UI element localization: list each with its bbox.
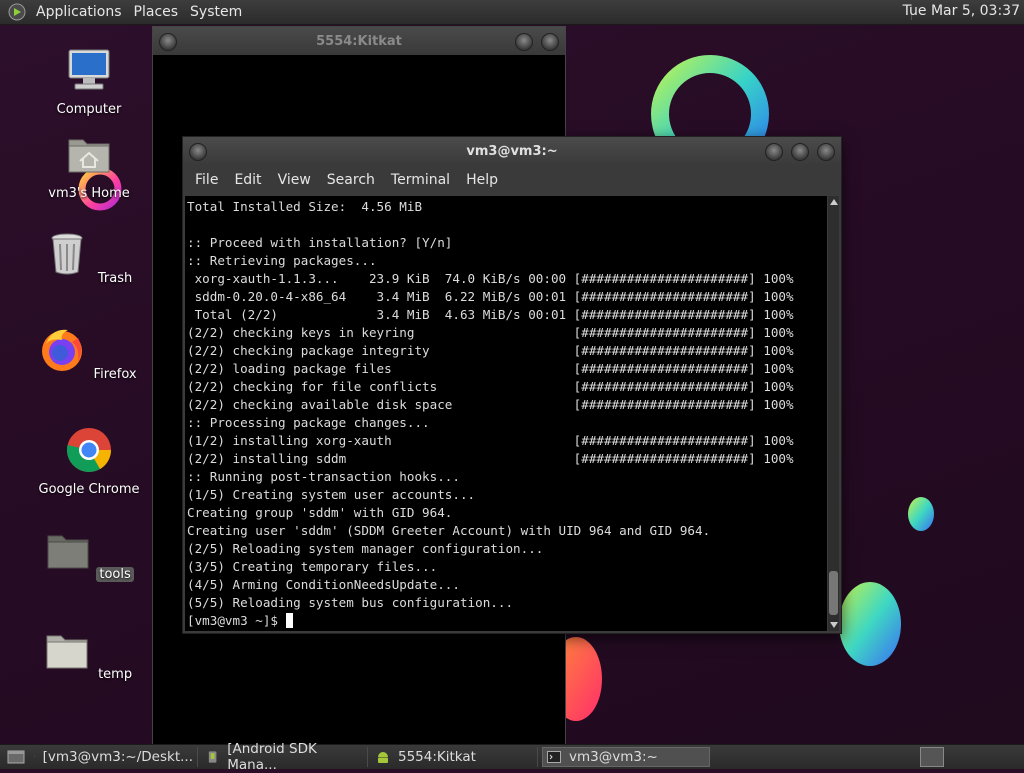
minimize-button[interactable] — [765, 143, 783, 161]
terminal-icon — [34, 756, 35, 758]
terminal-output[interactable]: Total Installed Size: 4.56 MiB :: Procee… — [185, 196, 827, 631]
desktop-icon-firefox[interactable]: Firefox — [34, 326, 144, 382]
minimize-button[interactable] — [515, 33, 533, 51]
show-desktop-icon[interactable] — [4, 747, 30, 767]
maximize-button[interactable] — [791, 143, 809, 161]
terminal-menubar: File Edit View Search Terminal Help — [183, 165, 841, 195]
terminal-icon — [547, 751, 561, 763]
scroll-down-arrow-icon[interactable] — [830, 622, 838, 628]
taskbar-item-kitkat[interactable]: 5554:Kitkat — [372, 747, 538, 767]
places-menu[interactable]: Places — [128, 4, 185, 20]
window-title: 5554:Kitkat — [316, 33, 402, 49]
applications-menu[interactable]: Applications — [30, 4, 128, 20]
menu-terminal[interactable]: Terminal — [383, 172, 458, 188]
terminal-titlebar[interactable]: vm3@vm3:~ — [183, 137, 841, 165]
desktop-icon-label: tools — [96, 567, 134, 582]
terminal-cursor — [285, 613, 293, 628]
desktop-icon-label: temp — [98, 667, 133, 682]
terminal-scrollbar[interactable] — [828, 196, 839, 631]
clock[interactable]: Tue Mar 5, 03:37 — [903, 3, 1020, 19]
desktop-icon-tools[interactable]: tools — [34, 526, 144, 582]
system-menu[interactable]: System — [184, 4, 248, 20]
folder-icon — [47, 535, 89, 569]
desktop-icon-chrome[interactable]: Google Chrome — [34, 426, 144, 497]
taskbar-item-terminal[interactable]: vm3@vm3:~ — [542, 747, 710, 767]
desktop-icon-home[interactable]: vm3's Home — [34, 130, 144, 201]
computer-icon — [68, 49, 110, 90]
desktop-icon-computer[interactable]: Computer — [34, 46, 144, 117]
folder-icon — [46, 635, 88, 669]
desktop-icon-label: Trash — [97, 271, 133, 286]
window-title: vm3@vm3:~ — [466, 143, 558, 159]
home-folder-icon — [68, 139, 110, 173]
window-menu-button[interactable] — [189, 143, 207, 161]
top-panel: Applications Places System Tue Mar 5, 03… — [0, 0, 1024, 25]
workspace-switcher[interactable] — [920, 747, 944, 767]
distro-logo-icon[interactable] — [8, 3, 26, 21]
desktop-icon-label: Google Chrome — [38, 482, 140, 497]
chrome-icon — [66, 428, 111, 472]
menu-help[interactable]: Help — [458, 172, 506, 188]
menu-view[interactable]: View — [270, 172, 319, 188]
android-icon — [378, 752, 388, 763]
emulator-titlebar[interactable]: 5554:Kitkat — [153, 27, 565, 55]
taskbar-item-label: [vm3@vm3:~/Deskt... — [42, 749, 193, 765]
scroll-up-arrow-icon[interactable] — [830, 199, 838, 205]
bottom-panel: [vm3@vm3:~/Deskt... [Android SDK Mana...… — [0, 741, 1024, 773]
close-button[interactable] — [817, 143, 835, 161]
taskbar-item-label: vm3@vm3:~ — [569, 749, 658, 765]
android-sdk-icon — [208, 751, 217, 763]
desktop-icon-label: Firefox — [93, 367, 137, 382]
trash-icon — [51, 233, 83, 275]
desktop-icon-label: Computer — [56, 102, 122, 117]
firefox-icon — [42, 329, 83, 371]
close-button[interactable] — [541, 33, 559, 51]
terminal-prompt: [vm3@vm3 ~]$ — [187, 613, 286, 628]
taskbar-item-terminal-desktop[interactable]: [vm3@vm3:~/Deskt... — [30, 747, 198, 767]
taskbar-item-android-sdk[interactable]: [Android SDK Mana... — [202, 741, 368, 773]
terminal-window[interactable]: vm3@vm3:~ File Edit View Search Terminal… — [182, 136, 842, 634]
terminal-text: Total Installed Size: 4.56 MiB :: Procee… — [187, 199, 794, 628]
menu-search[interactable]: Search — [319, 172, 383, 188]
desktop-icon-label: vm3's Home — [48, 186, 130, 201]
desktop-icon-trash[interactable]: Trash — [34, 230, 144, 286]
window-menu-button[interactable] — [159, 33, 177, 51]
taskbar-item-label: 5554:Kitkat — [398, 749, 476, 765]
scroll-thumb[interactable] — [829, 571, 838, 615]
menu-edit[interactable]: Edit — [226, 172, 269, 188]
menu-file[interactable]: File — [187, 172, 226, 188]
taskbar-item-label: [Android SDK Mana... — [227, 741, 317, 773]
desktop-icon-temp[interactable]: temp — [34, 626, 144, 682]
